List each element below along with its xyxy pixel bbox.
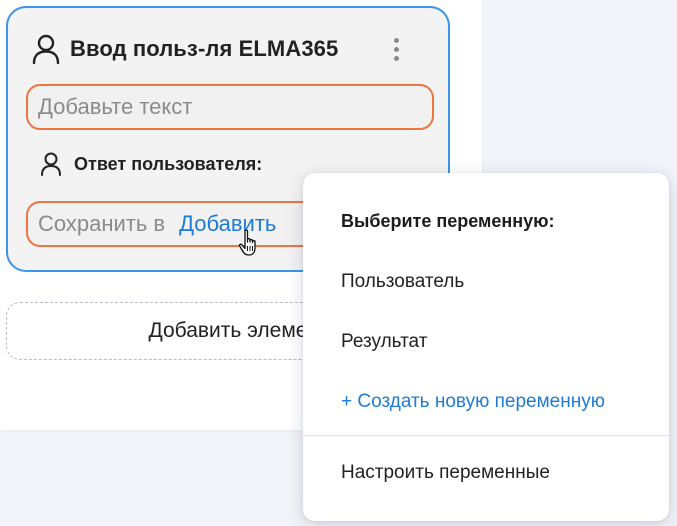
create-variable-link[interactable]: + Создать новую переменную	[341, 391, 605, 413]
person-icon	[41, 152, 61, 176]
add-variable-link[interactable]: Добавить	[179, 211, 276, 237]
variable-dropdown: Выберите переменную: Пользователь Резуль…	[303, 173, 669, 521]
save-prefix: Сохранить в	[38, 211, 166, 236]
save-to-field[interactable]: Сохранить в Добавить	[26, 201, 336, 247]
dropdown-divider	[303, 435, 669, 436]
canvas: Ввод польз-ля ELMA365 Ответ пользователя…	[0, 0, 677, 526]
text-input[interactable]	[26, 84, 434, 130]
dropdown-item-user[interactable]: Пользователь	[341, 271, 464, 293]
block-header: Ввод польз-ля ELMA365	[32, 34, 338, 64]
dropdown-item-configure[interactable]: Настроить переменные	[341, 462, 550, 484]
hand-pointer-cursor-icon	[238, 229, 256, 256]
dropdown-item-result[interactable]: Результат	[341, 331, 427, 353]
answer-label: Ответ пользователя:	[74, 153, 263, 174]
kebab-menu-icon[interactable]	[390, 38, 402, 70]
answer-label-row: Ответ пользователя:	[40, 152, 262, 176]
block-title: Ввод польз-ля ELMA365	[70, 36, 339, 61]
person-icon	[32, 34, 60, 64]
dropdown-heading: Выберите переменную:	[341, 211, 555, 231]
